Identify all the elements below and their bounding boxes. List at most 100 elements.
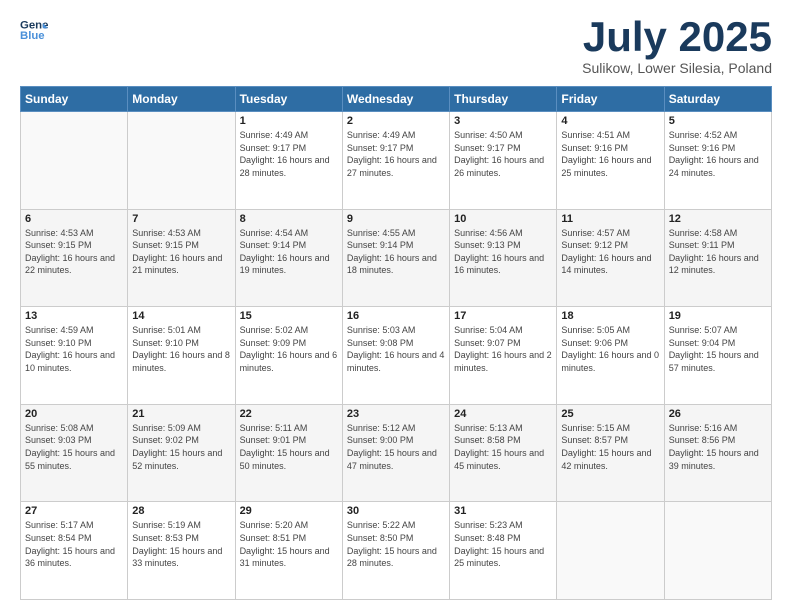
daylight-text: Daylight: 16 hours and 26 minutes. <box>454 154 552 179</box>
daylight-text: Daylight: 15 hours and 33 minutes. <box>132 545 230 570</box>
day-number: 15 <box>240 310 338 322</box>
day-number: 5 <box>669 115 767 127</box>
sunset-text: Sunset: 8:57 PM <box>561 434 659 447</box>
sunrise-text: Sunrise: 5:08 AM <box>25 422 123 435</box>
daylight-text: Daylight: 15 hours and 31 minutes. <box>240 545 338 570</box>
daylight-text: Daylight: 16 hours and 8 minutes. <box>132 349 230 374</box>
sunrise-text: Sunrise: 5:15 AM <box>561 422 659 435</box>
day-info: Sunrise: 5:11 AMSunset: 9:01 PMDaylight:… <box>240 422 338 472</box>
sunset-text: Sunset: 9:10 PM <box>25 337 123 350</box>
sunrise-text: Sunrise: 5:17 AM <box>25 519 123 532</box>
day-info: Sunrise: 4:58 AMSunset: 9:11 PMDaylight:… <box>669 227 767 277</box>
daylight-text: Daylight: 16 hours and 25 minutes. <box>561 154 659 179</box>
day-info: Sunrise: 4:52 AMSunset: 9:16 PMDaylight:… <box>669 129 767 179</box>
sunset-text: Sunset: 8:54 PM <box>25 532 123 545</box>
daylight-text: Daylight: 16 hours and 27 minutes. <box>347 154 445 179</box>
daylight-text: Daylight: 16 hours and 16 minutes. <box>454 252 552 277</box>
header-wednesday: Wednesday <box>342 87 449 112</box>
logo-icon: General Blue <box>20 16 48 44</box>
daylight-text: Daylight: 15 hours and 52 minutes. <box>132 447 230 472</box>
sunrise-text: Sunrise: 4:56 AM <box>454 227 552 240</box>
day-info: Sunrise: 4:50 AMSunset: 9:17 PMDaylight:… <box>454 129 552 179</box>
daylight-text: Daylight: 15 hours and 55 minutes. <box>25 447 123 472</box>
header-saturday: Saturday <box>664 87 771 112</box>
header: General Blue July 2025 Sulikow, Lower Si… <box>20 16 772 76</box>
daylight-text: Daylight: 16 hours and 22 minutes. <box>25 252 123 277</box>
table-row: 2 Sunrise: 4:49 AMSunset: 9:17 PMDaylight… <box>342 112 449 210</box>
sunrise-text: Sunrise: 5:16 AM <box>669 422 767 435</box>
table-row: 21Sunrise: 5:09 AMSunset: 9:02 PMDayligh… <box>128 404 235 502</box>
sunrise-text: Sunrise: 5:22 AM <box>347 519 445 532</box>
daylight-text: Daylight: 16 hours and 2 minutes. <box>454 349 552 374</box>
table-row: 3Sunrise: 4:50 AMSunset: 9:17 PMDaylight… <box>450 112 557 210</box>
day-number: 27 <box>25 505 123 517</box>
day-info: Sunrise: 5:07 AMSunset: 9:04 PMDaylight:… <box>669 324 767 374</box>
day-info: Sunrise: 5:13 AMSunset: 8:58 PMDaylight:… <box>454 422 552 472</box>
day-number: 31 <box>454 505 552 517</box>
table-row <box>21 112 128 210</box>
sunset-text: Sunset: 9:04 PM <box>669 337 767 350</box>
sunrise-text: Sunrise: 5:02 AM <box>240 324 338 337</box>
sunrise-text: Sunrise: 5:09 AM <box>132 422 230 435</box>
table-row: 16Sunrise: 5:03 AMSunset: 9:08 PMDayligh… <box>342 307 449 405</box>
day-info: Sunrise: 5:17 AMSunset: 8:54 PMDaylight:… <box>25 519 123 569</box>
table-row: 15Sunrise: 5:02 AMSunset: 9:09 PMDayligh… <box>235 307 342 405</box>
sunset-text: Sunset: 9:13 PM <box>454 239 552 252</box>
table-row: 30Sunrise: 5:22 AMSunset: 8:50 PMDayligh… <box>342 502 449 600</box>
day-number: 16 <box>347 310 445 322</box>
day-number: 2 <box>347 115 445 127</box>
day-info: Sunrise: 4:49 AMSunset: 9:17 PMDaylight:… <box>347 129 445 179</box>
calendar-table: Sunday Monday Tuesday Wednesday Thursday… <box>20 86 772 600</box>
table-row: 22Sunrise: 5:11 AMSunset: 9:01 PMDayligh… <box>235 404 342 502</box>
day-info: Sunrise: 5:08 AMSunset: 9:03 PMDaylight:… <box>25 422 123 472</box>
table-row: 27 Sunrise: 5:17 AMSunset: 8:54 PMDayligh… <box>21 502 128 600</box>
sunrise-text: Sunrise: 5:01 AM <box>132 324 230 337</box>
sunset-text: Sunset: 9:14 PM <box>347 239 445 252</box>
day-info: Sunrise: 4:54 AMSunset: 9:14 PMDaylight:… <box>240 227 338 277</box>
table-row: 25Sunrise: 5:15 AMSunset: 8:57 PMDayligh… <box>557 404 664 502</box>
day-info: Sunrise: 5:15 AMSunset: 8:57 PMDaylight:… <box>561 422 659 472</box>
calendar-week-row: 20Sunrise: 5:08 AMSunset: 9:03 PMDayligh… <box>21 404 772 502</box>
daylight-text: Daylight: 15 hours and 45 minutes. <box>454 447 552 472</box>
sunrise-text: Sunrise: 4:53 AM <box>132 227 230 240</box>
sunset-text: Sunset: 9:17 PM <box>347 142 445 155</box>
calendar-week-row: 13Sunrise: 4:59 AMSunset: 9:10 PMDayligh… <box>21 307 772 405</box>
sunset-text: Sunset: 9:16 PM <box>669 142 767 155</box>
day-number: 23 <box>347 408 445 420</box>
table-row: 13Sunrise: 4:59 AMSunset: 9:10 PMDayligh… <box>21 307 128 405</box>
page: General Blue July 2025 Sulikow, Lower Si… <box>0 0 792 612</box>
day-number: 4 <box>561 115 659 127</box>
day-number: 24 <box>454 408 552 420</box>
day-number: 7 <box>132 213 230 225</box>
day-number: 18 <box>561 310 659 322</box>
header-sunday: Sunday <box>21 87 128 112</box>
sunset-text: Sunset: 8:56 PM <box>669 434 767 447</box>
day-info: Sunrise: 5:23 AMSunset: 8:48 PMDaylight:… <box>454 519 552 569</box>
day-number: 28 <box>132 505 230 517</box>
table-row: 24 Sunrise: 5:13 AMSunset: 8:58 PMDayligh… <box>450 404 557 502</box>
sunset-text: Sunset: 9:12 PM <box>561 239 659 252</box>
sunset-text: Sunset: 9:11 PM <box>669 239 767 252</box>
month-title: July 2025 <box>582 16 772 58</box>
sunrise-text: Sunrise: 4:51 AM <box>561 129 659 142</box>
daylight-text: Daylight: 16 hours and 18 minutes. <box>347 252 445 277</box>
table-row: 17Sunrise: 5:04 AMSunset: 9:07 PMDayligh… <box>450 307 557 405</box>
daylight-text: Daylight: 16 hours and 12 minutes. <box>669 252 767 277</box>
svg-text:Blue: Blue <box>20 30 45 42</box>
day-info: Sunrise: 5:01 AMSunset: 9:10 PMDaylight:… <box>132 324 230 374</box>
sunset-text: Sunset: 9:00 PM <box>347 434 445 447</box>
table-row: 31 Sunrise: 5:23 AMSunset: 8:48 PMDayligh… <box>450 502 557 600</box>
title-block: July 2025 Sulikow, Lower Silesia, Poland <box>582 16 772 76</box>
table-row: 1Sunrise: 4:49 AMSunset: 9:17 PMDaylight… <box>235 112 342 210</box>
sunrise-text: Sunrise: 4:59 AM <box>25 324 123 337</box>
day-number: 21 <box>132 408 230 420</box>
sunrise-text: Sunrise: 5:05 AM <box>561 324 659 337</box>
daylight-text: Daylight: 15 hours and 25 minutes. <box>454 545 552 570</box>
day-info: Sunrise: 4:59 AMSunset: 9:10 PMDaylight:… <box>25 324 123 374</box>
table-row: 12Sunrise: 4:58 AMSunset: 9:11 PMDayligh… <box>664 209 771 307</box>
table-row: 5 Sunrise: 4:52 AMSunset: 9:16 PMDaylight… <box>664 112 771 210</box>
daylight-text: Daylight: 15 hours and 57 minutes. <box>669 349 767 374</box>
sunset-text: Sunset: 9:01 PM <box>240 434 338 447</box>
table-row: 20Sunrise: 5:08 AMSunset: 9:03 PMDayligh… <box>21 404 128 502</box>
sunset-text: Sunset: 8:58 PM <box>454 434 552 447</box>
